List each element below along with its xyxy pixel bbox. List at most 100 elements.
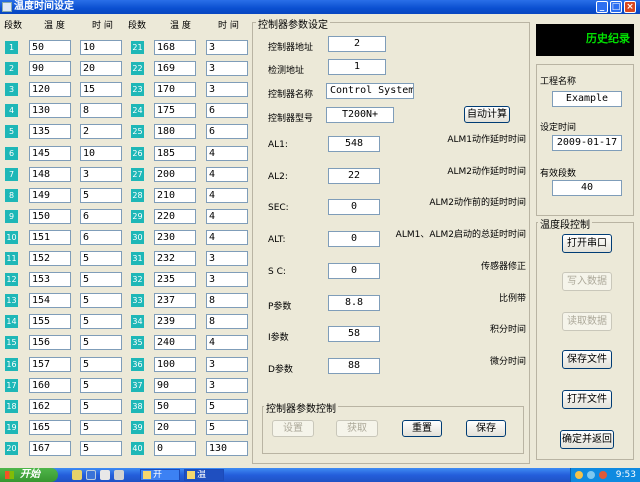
segment-time-input[interactable]: 5 xyxy=(80,399,122,414)
segment-time-input[interactable]: 5 xyxy=(80,335,122,350)
segment-temperature-input[interactable]: 90 xyxy=(154,378,196,393)
segment-temperature-input[interactable]: 153 xyxy=(29,272,71,287)
segment-time-input[interactable]: 20 xyxy=(80,61,122,76)
segment-temperature-input[interactable]: 239 xyxy=(154,314,196,329)
segment-time-input[interactable]: 2 xyxy=(80,124,122,139)
close-button[interactable]: × xyxy=(624,1,636,13)
segment-time-input[interactable]: 3 xyxy=(206,251,248,266)
segment-time-input[interactable]: 10 xyxy=(80,146,122,161)
segment-temperature-input[interactable]: 148 xyxy=(29,167,71,182)
segment-temperature-input[interactable]: 157 xyxy=(29,357,71,372)
tray-volume-icon[interactable] xyxy=(587,471,595,479)
controller-name-field[interactable]: Control System xyxy=(326,83,414,99)
segment-temperature-input[interactable]: 154 xyxy=(29,293,71,308)
segment-time-input[interactable]: 5 xyxy=(80,314,122,329)
project-name-field[interactable]: Example xyxy=(552,91,622,107)
segment-time-input[interactable]: 10 xyxy=(80,40,122,55)
segment-temperature-input[interactable]: 0 xyxy=(154,441,196,456)
segment-temperature-input[interactable]: 167 xyxy=(29,441,71,456)
segment-temperature-input[interactable]: 162 xyxy=(29,399,71,414)
segment-temperature-input[interactable]: 180 xyxy=(154,124,196,139)
segment-time-input[interactable]: 3 xyxy=(206,61,248,76)
segment-temperature-input[interactable]: 50 xyxy=(154,399,196,414)
segment-temperature-input[interactable]: 240 xyxy=(154,335,196,350)
read-data-button[interactable]: 读取数据 xyxy=(562,312,612,331)
segment-time-input[interactable]: 3 xyxy=(206,357,248,372)
segment-time-input[interactable]: 6 xyxy=(206,103,248,118)
taskbar-item-2[interactable]: 温 xyxy=(184,469,224,481)
segment-temperature-input[interactable]: 151 xyxy=(29,230,71,245)
open-file-button[interactable]: 打开文件 xyxy=(562,390,612,409)
write-data-button[interactable]: 写入数据 xyxy=(562,272,612,291)
segment-temperature-input[interactable]: 232 xyxy=(154,251,196,266)
param-value-field[interactable]: 0 xyxy=(328,263,380,279)
quicklaunch-app-icon[interactable] xyxy=(114,470,124,480)
param-value-field[interactable]: 58 xyxy=(328,326,380,342)
taskbar-item-1[interactable]: 开 xyxy=(140,469,180,481)
tray-security-icon[interactable] xyxy=(599,471,607,479)
segment-temperature-input[interactable]: 175 xyxy=(154,103,196,118)
segment-time-input[interactable]: 130 xyxy=(206,441,248,456)
minimize-button[interactable]: _ xyxy=(596,1,608,13)
segment-temperature-input[interactable]: 168 xyxy=(154,40,196,55)
segment-time-input[interactable]: 5 xyxy=(80,441,122,456)
segment-time-input[interactable]: 8 xyxy=(80,103,122,118)
save-file-button[interactable]: 保存文件 xyxy=(562,350,612,369)
segment-time-input[interactable]: 5 xyxy=(206,399,248,414)
param-value-field[interactable]: 8.8 xyxy=(328,295,380,311)
segment-time-input[interactable]: 3 xyxy=(206,272,248,287)
set-date-field[interactable]: 2009-01-17 xyxy=(552,135,622,151)
auto-calc-button[interactable]: 自动计算 xyxy=(464,106,510,123)
segment-temperature-input[interactable]: 165 xyxy=(29,420,71,435)
param-value-field[interactable]: 0 xyxy=(328,231,380,247)
segment-time-input[interactable]: 5 xyxy=(80,293,122,308)
controller-model-field[interactable]: T200N+ xyxy=(326,107,394,123)
segment-time-input[interactable]: 3 xyxy=(80,167,122,182)
segment-temperature-input[interactable]: 100 xyxy=(154,357,196,372)
segment-temperature-input[interactable]: 135 xyxy=(29,124,71,139)
start-button[interactable]: 开始 xyxy=(0,468,58,482)
segment-time-input[interactable]: 6 xyxy=(206,124,248,139)
segment-temperature-input[interactable]: 156 xyxy=(29,335,71,350)
segment-temperature-input[interactable]: 130 xyxy=(29,103,71,118)
segment-time-input[interactable]: 8 xyxy=(206,314,248,329)
segment-time-input[interactable]: 4 xyxy=(206,209,248,224)
get-button[interactable]: 获取 xyxy=(336,420,378,437)
segment-temperature-input[interactable]: 235 xyxy=(154,272,196,287)
segment-time-input[interactable]: 5 xyxy=(80,272,122,287)
segment-temperature-input[interactable]: 120 xyxy=(29,82,71,97)
quicklaunch-desktop-icon[interactable] xyxy=(100,470,110,480)
segment-temperature-input[interactable]: 220 xyxy=(154,209,196,224)
controller-address-field[interactable]: 2 xyxy=(328,36,386,52)
segment-time-input[interactable]: 8 xyxy=(206,293,248,308)
segment-temperature-input[interactable]: 90 xyxy=(29,61,71,76)
segment-temperature-input[interactable]: 160 xyxy=(29,378,71,393)
segment-time-input[interactable]: 5 xyxy=(80,420,122,435)
segment-temperature-input[interactable]: 145 xyxy=(29,146,71,161)
segment-time-input[interactable]: 5 xyxy=(80,251,122,266)
tray-network-icon[interactable] xyxy=(575,471,583,479)
segment-time-input[interactable]: 6 xyxy=(80,209,122,224)
segment-time-input[interactable]: 15 xyxy=(80,82,122,97)
segment-time-input[interactable]: 5 xyxy=(206,420,248,435)
reset-button[interactable]: 重置 xyxy=(402,420,442,437)
segment-time-input[interactable]: 4 xyxy=(206,146,248,161)
param-value-field[interactable]: 548 xyxy=(328,136,380,152)
segment-time-input[interactable]: 5 xyxy=(80,188,122,203)
segment-temperature-input[interactable]: 155 xyxy=(29,314,71,329)
segment-time-input[interactable]: 3 xyxy=(206,82,248,97)
segment-time-input[interactable]: 3 xyxy=(206,378,248,393)
segment-time-input[interactable]: 4 xyxy=(206,335,248,350)
segment-temperature-input[interactable]: 200 xyxy=(154,167,196,182)
segment-time-input[interactable]: 4 xyxy=(206,167,248,182)
segment-time-input[interactable]: 5 xyxy=(80,357,122,372)
open-port-button[interactable]: 打开串口 xyxy=(562,234,612,253)
history-display[interactable]: 历史纪录 xyxy=(536,24,634,56)
valid-segments-field[interactable]: 40 xyxy=(552,180,622,196)
save-params-button[interactable]: 保存 xyxy=(466,420,506,437)
segment-temperature-input[interactable]: 170 xyxy=(154,82,196,97)
segment-temperature-input[interactable]: 149 xyxy=(29,188,71,203)
segment-temperature-input[interactable]: 230 xyxy=(154,230,196,245)
detect-address-field[interactable]: 1 xyxy=(328,59,386,75)
segment-temperature-input[interactable]: 50 xyxy=(29,40,71,55)
